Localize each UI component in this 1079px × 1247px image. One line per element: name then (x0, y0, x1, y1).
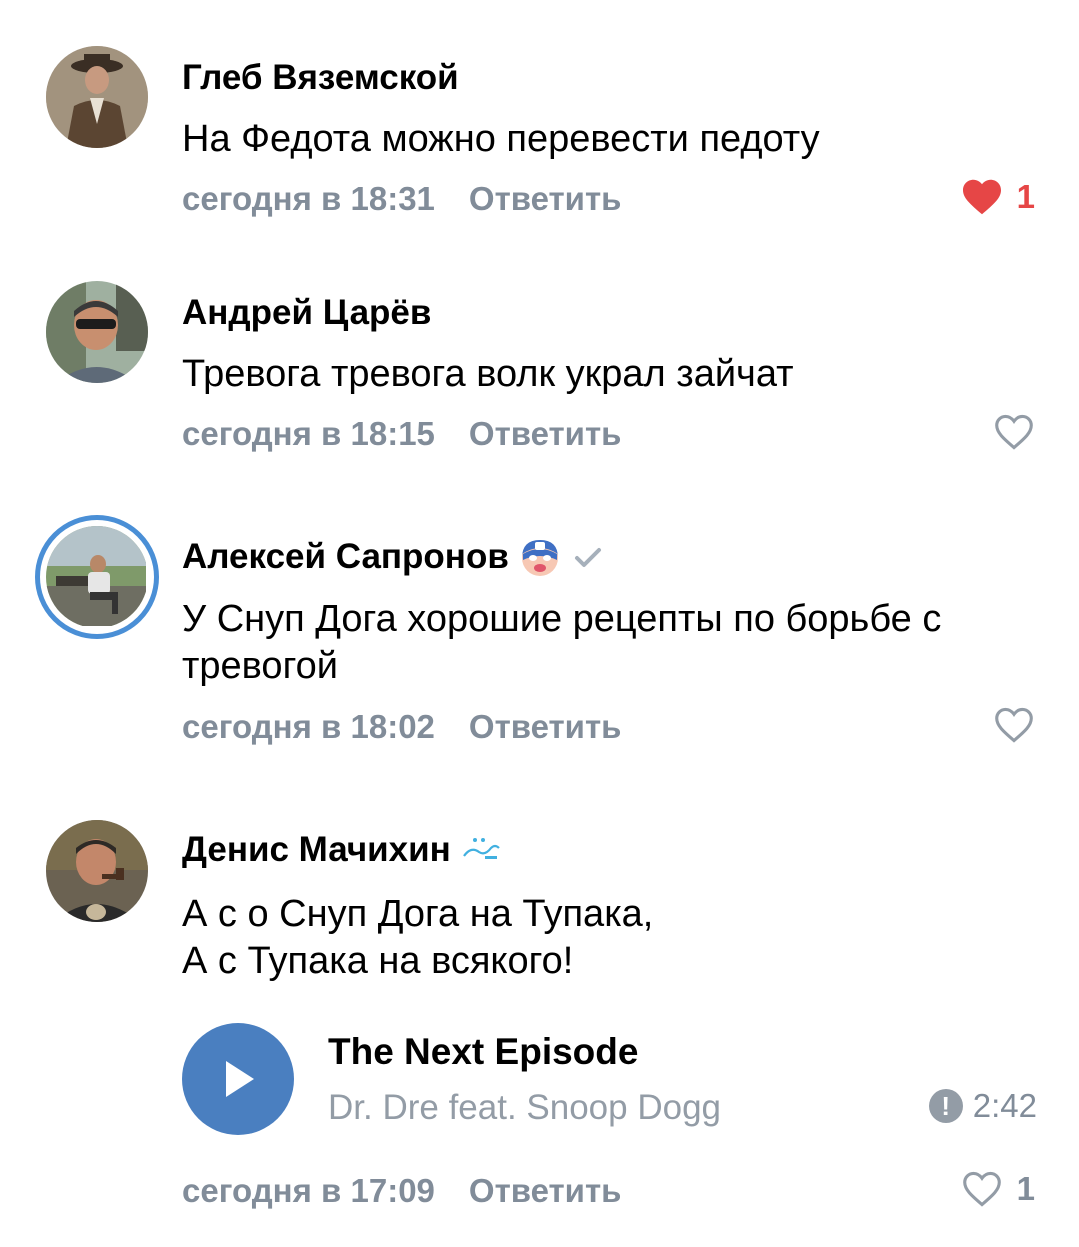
comment-time: сегодня в 18:02 (182, 708, 435, 745)
audio-attachment[interactable]: The Next Episode Dr. Dre feat. Snoop Dog… (182, 1023, 1037, 1137)
author-name[interactable]: Андрей Царёв (182, 293, 431, 333)
comment-author[interactable]: Денис Мачихин (182, 830, 501, 870)
comment-text: У Снуп Дога хорошие рецепты по борьбе с … (182, 598, 942, 687)
avatar-man-sunglasses-icon (46, 281, 148, 383)
track-title: The Next Episode (328, 1031, 639, 1072)
comment-time: сегодня в 18:31 (182, 180, 435, 217)
like-button[interactable] (993, 413, 1035, 451)
comment-text-line: А с Тупака на всякого! (182, 940, 574, 982)
comment-text: Тревога тревога волк украл зайчат (182, 353, 794, 395)
reply-button[interactable]: Ответить (469, 1172, 622, 1209)
comment-author[interactable]: Алексей Сапронов (182, 536, 605, 578)
comment-meta: сегодня в 18:31 Ответить (182, 180, 621, 218)
play-icon (226, 1061, 254, 1097)
comment-author[interactable]: Андрей Царёв (182, 293, 431, 333)
avatar-man-in-hat-icon (46, 46, 148, 148)
exclamation-circle-icon: ! (928, 1089, 963, 1123)
heart-filled-icon (962, 179, 1001, 215)
like-count: 1 (1016, 178, 1035, 215)
heart-outline-icon (995, 414, 1033, 450)
avatar-with-story[interactable] (35, 515, 159, 639)
author-name[interactable]: Денис Мачихин (182, 830, 451, 870)
like-count: 1 (1016, 1170, 1035, 1207)
comment-text: На Федота можно перевести педоту (182, 118, 820, 160)
zenit-logo-icon (461, 836, 501, 864)
comment-author[interactable]: Глеб Вяземской (182, 58, 459, 98)
track-artist: Dr. Dre feat. Snoop Dogg (328, 1088, 721, 1127)
play-button[interactable] (182, 1023, 294, 1135)
avatar-man-pipe-icon (46, 820, 148, 922)
avatar-man-bench-icon (46, 526, 146, 626)
avatar[interactable] (46, 820, 148, 922)
comment-text: А с о Снуп Дога на Тупака, А с Тупака на… (182, 891, 1042, 985)
duration-text: 2:42 (972, 1087, 1037, 1124)
verified-check-icon (571, 542, 605, 572)
reply-button[interactable]: Ответить (469, 708, 622, 745)
like-button[interactable] (993, 706, 1035, 744)
comment-meta: сегодня в 17:09 Ответить (182, 1172, 621, 1210)
reply-button[interactable]: Ответить (469, 415, 622, 452)
like-button[interactable]: 1 (961, 178, 1035, 216)
comment-meta: сегодня в 18:15 Ответить (182, 415, 621, 453)
heart-outline-icon (995, 707, 1033, 743)
author-name[interactable]: Глеб Вяземской (182, 58, 459, 98)
like-button[interactable]: 1 (961, 1170, 1035, 1208)
masked-hero-emoji-icon (519, 536, 561, 578)
heart-outline-icon (962, 1171, 1001, 1207)
comment-time: сегодня в 17:09 (182, 1172, 435, 1209)
comment-text-line: А с о Снуп Дога на Тупака, (182, 893, 654, 935)
comment-meta: сегодня в 18:02 Ответить (182, 708, 621, 746)
comment-time: сегодня в 18:15 (182, 415, 435, 452)
avatar[interactable] (46, 281, 148, 383)
avatar[interactable] (46, 46, 148, 148)
reply-button[interactable]: Ответить (469, 180, 622, 217)
author-name[interactable]: Алексей Сапронов (182, 537, 509, 577)
track-duration: ! 2:42 (928, 1087, 1037, 1125)
